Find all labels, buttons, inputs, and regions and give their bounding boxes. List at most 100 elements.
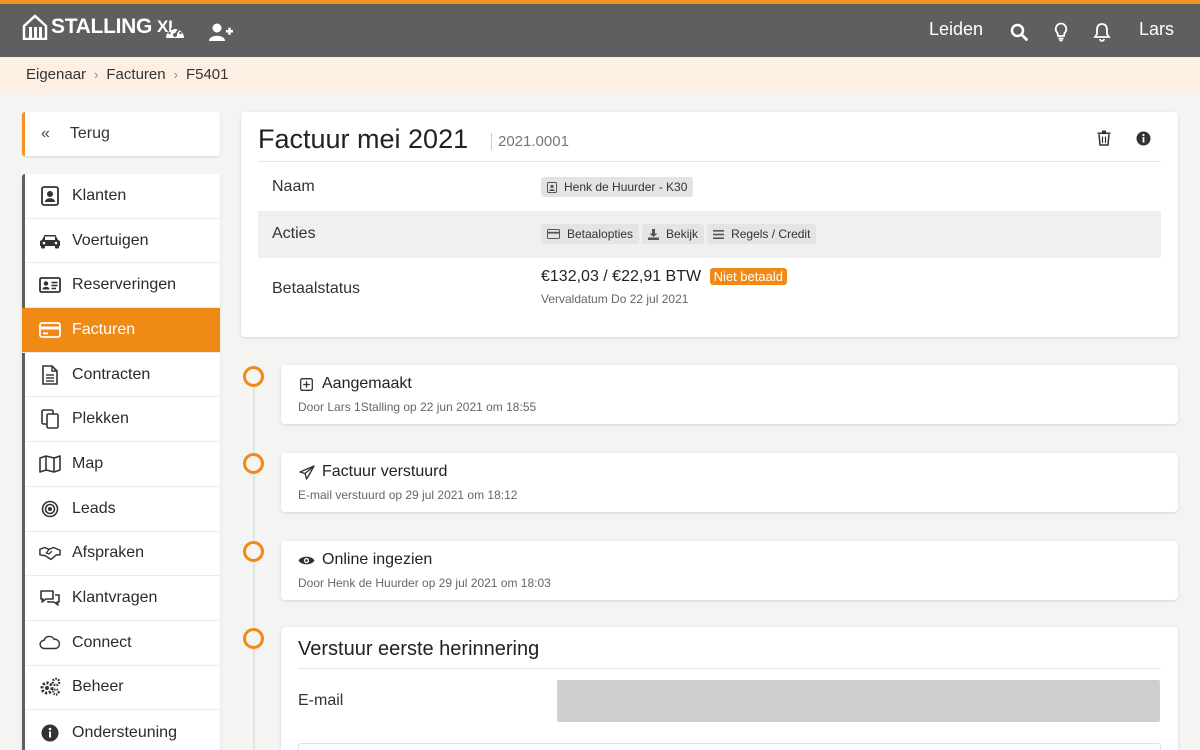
event-title: Aangemaakt <box>322 375 412 392</box>
gears-icon <box>39 676 61 698</box>
reminder-title: Verstuur eerste herinnering <box>298 638 540 660</box>
timeline-dot <box>243 366 264 387</box>
customer-tag[interactable]: Henk de Huurder - K30 <box>541 177 694 197</box>
row-naam: Naam Henk de Huurder - K30 <box>258 164 1161 210</box>
divider <box>298 668 1161 669</box>
sidebar-item-map[interactable]: Map <box>25 442 220 487</box>
email-label: E-mail <box>298 692 344 709</box>
lightbulb-icon[interactable] <box>1049 20 1073 44</box>
sidebar-item-label: Plekken <box>72 410 129 428</box>
breadcrumb-bar: Eigenaar › Facturen › F5401 <box>0 57 1200 94</box>
back-button[interactable]: « Terug <box>22 112 220 156</box>
betaalstatus-label: Betaalstatus <box>272 280 361 297</box>
invoice-number: 2021.0001 <box>491 133 569 150</box>
plus-square-icon <box>298 376 315 393</box>
sidebar-item-label: Ondersteuning <box>72 723 177 741</box>
timeline-dot <box>243 541 264 562</box>
customer-name: Henk de Huurder - K30 <box>564 180 688 194</box>
info-icon[interactable] <box>1134 129 1152 147</box>
invoice-card: Factuur mei 2021 2021.0001 Naam Henk de … <box>241 112 1178 337</box>
reminder-form: Verstuur eerste herinnering E-mail <box>281 627 1178 750</box>
user-menu[interactable]: Lars <box>1139 19 1174 40</box>
credit-card-icon <box>547 229 560 239</box>
credit-card-icon <box>39 319 61 341</box>
breadcrumb-item-current: F5401 <box>185 66 229 83</box>
chat-icon <box>39 587 61 609</box>
trash-icon[interactable] <box>1095 129 1113 147</box>
row-betaalstatus: Betaalstatus €132,03 / €22,91 BTW Niet b… <box>258 259 1161 319</box>
sidebar-item-leads[interactable]: Leads <box>25 487 220 532</box>
sidebar-item-label: Voertuigen <box>72 231 149 249</box>
handshake-icon <box>39 542 61 564</box>
invoice-amount: €132,03 / €22,91 BTW <box>541 268 702 285</box>
sidebar-item-label: Afspraken <box>72 544 145 562</box>
chevron-right-icon: › <box>173 67 178 82</box>
house-logo-icon <box>22 14 48 40</box>
email-field[interactable] <box>557 680 1160 722</box>
sidebar-item-label: Map <box>72 454 104 472</box>
info-icon <box>39 722 61 744</box>
breadcrumb-item-facturen[interactable]: Facturen <box>106 66 165 83</box>
list-icon <box>713 229 725 239</box>
breadcrumb-item-eigenaar[interactable]: Eigenaar <box>26 66 86 83</box>
regels-credit-label: Regels / Credit <box>731 227 811 241</box>
target-icon <box>39 498 61 520</box>
sidebar-item-plekken[interactable]: Plekken <box>25 397 220 443</box>
event-title: Factuur verstuurd <box>322 463 448 480</box>
regels-credit-button[interactable]: Regels / Credit <box>707 224 817 244</box>
event-title: Online ingezien <box>322 551 433 568</box>
sidebar-item-beheer[interactable]: Beheer <box>25 666 220 711</box>
paper-plane-icon <box>298 464 315 481</box>
sidebar-item-ondersteuning[interactable]: Ondersteuning <box>25 710 220 750</box>
map-icon <box>39 453 61 475</box>
due-date: Vervaldatum Do 22 jul 2021 <box>541 292 689 306</box>
sidebar-item-afspraken[interactable]: Afspraken <box>25 532 220 577</box>
car-icon <box>39 230 61 252</box>
contact-card-icon <box>39 185 61 207</box>
dashboard-icon[interactable] <box>163 20 187 44</box>
app-logo[interactable]: STALLING XL <box>22 14 178 40</box>
timeline-dot <box>243 453 264 474</box>
row-acties: Acties Betaalopties Bekijk Regels / Cred… <box>258 211 1161 258</box>
logo-text: STALLING <box>51 15 153 38</box>
sidebar-item-klantvragen[interactable]: Klantvragen <box>25 576 220 621</box>
chevron-right-icon: › <box>94 67 99 82</box>
bekijk-button[interactable]: Bekijk <box>642 224 705 244</box>
sidebar-item-voertuigen[interactable]: Voertuigen <box>25 219 220 264</box>
sidebar-item-label: Facturen <box>72 320 136 338</box>
acties-label: Acties <box>272 225 316 242</box>
next-field[interactable] <box>298 743 1161 750</box>
sidebar-item-connect[interactable]: Connect <box>25 621 220 666</box>
download-icon <box>648 228 660 240</box>
double-chevron-left-icon: « <box>41 125 50 142</box>
betaalopties-button[interactable]: Betaalopties <box>541 224 640 244</box>
sidebar-menu: Klanten Voertuigen Reserveringen Facture… <box>22 174 220 750</box>
sidebar-item-label: Klanten <box>72 186 127 204</box>
sidebar-item-label: Reserveringen <box>72 276 177 294</box>
copy-icon <box>39 408 61 430</box>
sidebar-item-label: Beheer <box>72 678 124 696</box>
cloud-icon <box>39 632 61 654</box>
back-label: Terug <box>69 125 110 142</box>
timeline-line <box>253 378 255 750</box>
sidebar-item-label: Leads <box>72 499 116 517</box>
search-icon[interactable] <box>1007 20 1031 44</box>
divider <box>258 161 1161 162</box>
contact-card-icon <box>547 181 557 193</box>
top-navbar: STALLING XL Leiden Lars <box>0 0 1200 57</box>
eye-icon <box>298 552 315 569</box>
sidebar-item-facturen[interactable]: Facturen <box>22 308 220 353</box>
event-subtitle: Door Lars 1Stalling op 22 jun 2021 om 18… <box>298 400 537 414</box>
betaalopties-label: Betaalopties <box>567 227 634 241</box>
sidebar-item-contracten[interactable]: Contracten <box>25 353 220 398</box>
sidebar-item-klanten[interactable]: Klanten <box>25 174 220 219</box>
document-icon <box>39 364 61 386</box>
breadcrumb: Eigenaar › Facturen › F5401 <box>26 66 228 83</box>
bell-icon[interactable] <box>1090 20 1114 44</box>
event-subtitle: Door Henk de Huurder op 29 jul 2021 om 1… <box>298 576 551 590</box>
status-badge: Niet betaald <box>709 268 787 285</box>
add-user-icon[interactable] <box>209 20 233 44</box>
location-selector[interactable]: Leiden <box>929 19 983 40</box>
event-subtitle: E-mail verstuurd op 29 jul 2021 om 18:12 <box>298 488 518 502</box>
sidebar-item-reserveringen[interactable]: Reserveringen <box>25 263 220 309</box>
